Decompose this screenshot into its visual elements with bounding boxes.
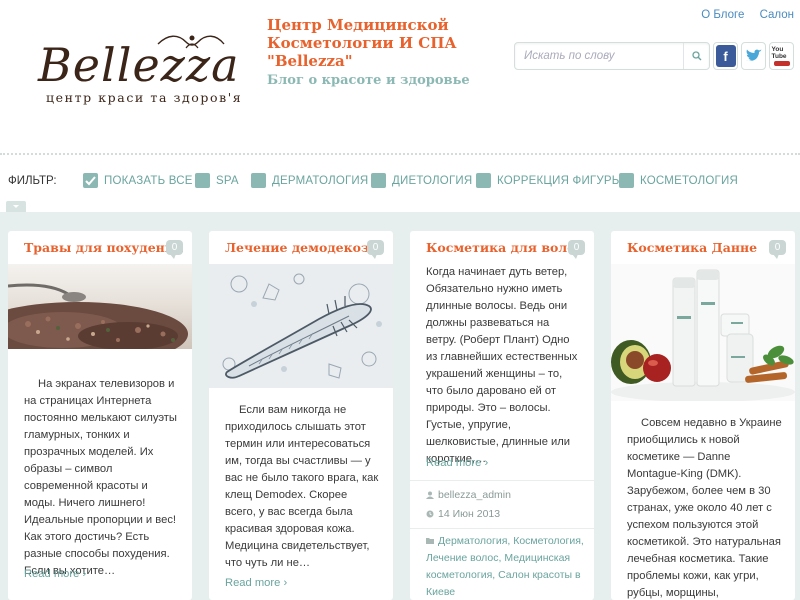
post-author[interactable]: bellezza_admin [426, 489, 511, 501]
read-more-link[interactable]: Read more › [426, 457, 488, 469]
chevron-icon [13, 205, 19, 208]
youtube-icon: You Tube [771, 45, 792, 67]
meta-divider [410, 480, 594, 481]
twitter-icon [743, 45, 764, 67]
filter-checkbox [195, 173, 210, 188]
post-excerpt: Совсем недавно в Украине приобщились к н… [627, 417, 782, 599]
search-icon [691, 51, 701, 61]
filter-checkbox [619, 173, 634, 188]
post-date: 14 Июн 2013 [426, 508, 500, 520]
logo-subtitle: центр краси та здоров'я [46, 90, 243, 105]
comment-count-icon[interactable]: 0 [367, 240, 384, 259]
post-image-herbs[interactable] [8, 264, 192, 349]
filter-checkbox [251, 173, 266, 188]
facebook-icon: f [715, 45, 736, 67]
post-card: Косметика Данне 0 Совсем недавно в Украи… [611, 231, 795, 600]
post-title[interactable]: Травы для похудения [24, 240, 183, 255]
comment-count-icon[interactable]: 0 [166, 240, 183, 259]
site-title[interactable]: Центр Медицинской Косметологии И СПА "Be… [267, 16, 477, 70]
author-name: bellezza_admin [438, 489, 511, 501]
post-tags[interactable]: Дерматология, Косметология, Лечение воло… [426, 533, 586, 600]
logo-wordmark: Bellezza [38, 38, 240, 92]
folder-icon [426, 538, 434, 544]
meta-divider [410, 528, 594, 529]
comment-count-icon[interactable]: 0 [769, 240, 786, 259]
post-title[interactable]: Лечение демодекоза [225, 240, 377, 255]
search-box [514, 42, 710, 70]
filter-label: ФИЛЬТР: [8, 175, 57, 187]
filter-dietology[interactable]: ДИЕТОЛОГИЯ [371, 173, 472, 188]
site-logo[interactable]: Bellezza центр краси та здоров'я [38, 32, 241, 106]
filter-item-label: ДИЕТОЛОГИЯ [392, 174, 473, 187]
filter-item-label: КОСМЕТОЛОГИЯ [640, 174, 738, 187]
post-card: Косметика для волос 0 Когда начинает дут… [410, 231, 594, 600]
post-card: Травы для похудения 0 На экранах телевиз… [8, 231, 192, 600]
site-header: Bellezza центр краси та здоров'я Центр М… [0, 0, 800, 155]
search-button[interactable] [683, 43, 709, 69]
post-card: Лечение демодекоза 0 Если вам никогда не… [209, 231, 393, 600]
filter-dermatology[interactable]: ДЕРМАТОЛОГИЯ [251, 173, 368, 188]
search-input[interactable] [515, 43, 683, 69]
filter-body-correction[interactable]: КОРРЕКЦИЯ ФИГУРЫ [476, 173, 622, 188]
comment-count-icon[interactable]: 0 [568, 240, 585, 259]
collapse-toggle[interactable] [6, 201, 26, 212]
facebook-button[interactable]: f [713, 42, 738, 70]
site-tagline: Блог о красоте и здоровье [267, 73, 470, 88]
date-text: 14 Июн 2013 [438, 508, 501, 520]
filter-show-all[interactable]: ПОКАЗАТЬ ВСЕ [83, 173, 193, 188]
user-icon [426, 491, 434, 499]
header-divider [0, 153, 800, 155]
post-title[interactable]: Косметика Данне [627, 240, 757, 255]
filter-item-label: КОРРЕКЦИЯ ФИГУРЫ [497, 174, 623, 187]
filter-checkbox-checked [83, 173, 98, 188]
check-icon [85, 175, 96, 185]
post-excerpt: Если вам никогда не приходилось слышать … [225, 404, 379, 569]
nav-link-about-blog[interactable]: О Блоге [701, 9, 744, 21]
read-more-link[interactable]: Read more › [24, 568, 86, 580]
filter-checkbox [476, 173, 491, 188]
top-links: О Блоге Салон [689, 9, 794, 21]
filter-item-label: ДЕРМАТОЛОГИЯ [272, 174, 369, 187]
filter-cosmetology[interactable]: КОСМЕТОЛОГИЯ [619, 173, 738, 188]
youtube-button[interactable]: You Tube [769, 42, 794, 70]
filter-item-label: ПОКАЗАТЬ ВСЕ [104, 174, 193, 187]
post-image-demodex[interactable] [209, 264, 393, 388]
filter-bar: ФИЛЬТР: ПОКАЗАТЬ ВСЕ SPA ДЕРМАТОЛОГИЯ ДИ… [0, 170, 800, 194]
filter-checkbox [371, 173, 386, 188]
nav-link-salon[interactable]: Салон [760, 9, 794, 21]
tags-text: Дерматология, Косметология, Лечение воло… [426, 535, 584, 598]
filter-spa[interactable]: SPA [195, 173, 239, 188]
filter-item-label: SPA [216, 174, 239, 187]
post-excerpt: Когда начинает дуть ветер, Обязательно н… [426, 266, 578, 465]
twitter-button[interactable] [741, 42, 766, 70]
post-excerpt: На экранах телевизоров и на страницах Ин… [24, 378, 177, 577]
post-title[interactable]: Косметика для волос [426, 240, 583, 255]
clock-icon [426, 510, 434, 518]
post-image-cosmetics[interactable] [611, 264, 795, 401]
read-more-link[interactable]: Read more › [225, 577, 287, 589]
